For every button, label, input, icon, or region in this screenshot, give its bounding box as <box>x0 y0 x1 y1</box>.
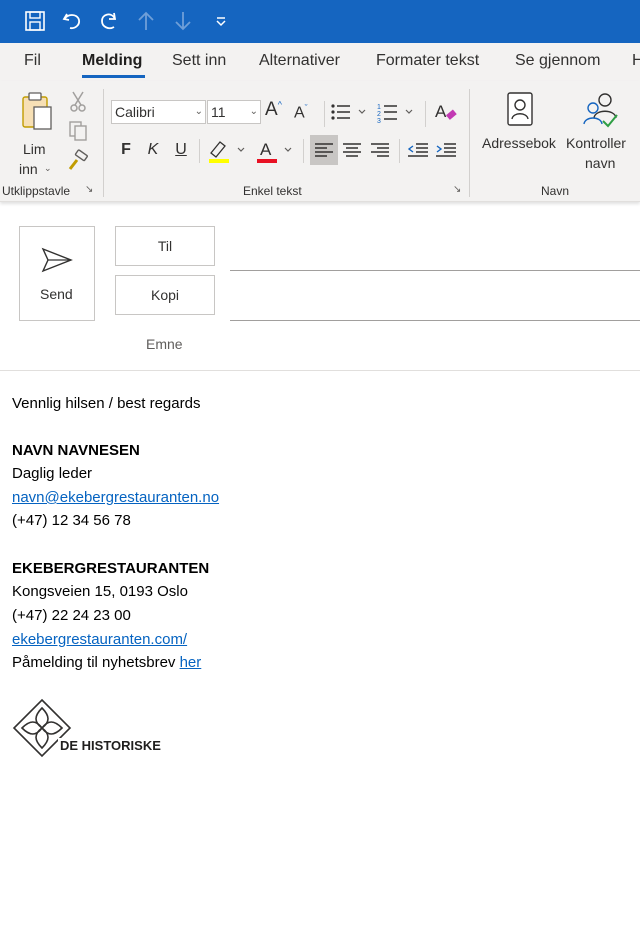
font-name-combo[interactable]: Calibri ⌄ <box>111 100 206 124</box>
newsletter-text: Påmelding til nyhetsbrev <box>12 654 180 671</box>
highlight-button[interactable] <box>206 137 250 165</box>
address-book-button[interactable]: Adressebok <box>478 89 564 175</box>
check-names-label-line1: Kontroller <box>566 135 626 151</box>
separator <box>399 139 400 163</box>
subject-field[interactable] <box>230 326 640 362</box>
cc-button[interactable]: Kopi <box>115 275 215 315</box>
tab-fil[interactable]: Fil <box>24 52 41 70</box>
font-size-combo[interactable]: 11 ⌄ <box>207 100 261 124</box>
paste-label-line2: inn <box>19 161 38 177</box>
copy-icon[interactable] <box>66 119 90 143</box>
font-name-value: Calibri <box>115 104 155 120</box>
newsletter-link[interactable]: her <box>180 654 202 671</box>
check-names-icon <box>583 93 618 128</box>
clipboard-group-label: Utklippstavle <box>2 184 71 198</box>
signature-email-link[interactable]: navn@ekebergrestauranten.no <box>12 489 219 506</box>
svg-text:1: 1 <box>377 104 381 111</box>
company-logo: DE HISTORISKE <box>12 698 182 760</box>
save-icon[interactable] <box>20 6 50 36</box>
underline-button[interactable]: U <box>168 135 194 165</box>
address-book-label: Adressebok <box>482 135 556 151</box>
font-size-value: 11 <box>211 104 226 120</box>
separator <box>425 101 426 127</box>
signature-phone: (+47) 12 34 56 78 <box>12 512 131 529</box>
ribbon: Lim inn ⌄ Utklippstavle ↘ Calibri ⌄ 11 ⌄… <box>0 81 640 202</box>
align-left-button[interactable] <box>310 135 338 165</box>
paste-icon <box>22 92 52 130</box>
paste-label-line1: Lim <box>23 141 46 157</box>
dialog-launcher-icon[interactable]: ↘ <box>85 184 93 195</box>
down-arrow-icon <box>168 6 198 36</box>
numbering-button[interactable]: 123 <box>377 99 415 125</box>
cc-field[interactable] <box>230 280 640 320</box>
group-separator <box>103 89 104 197</box>
tab-sett-inn[interactable]: Sett inn <box>172 52 226 70</box>
signature-company-phone: (+47) 22 24 23 00 <box>12 607 131 624</box>
grow-font-icon[interactable]: A^ <box>265 99 282 121</box>
signature-newsletter: Påmelding til nyhetsbrev her <box>12 654 201 671</box>
clear-formatting-icon[interactable]: A <box>433 99 459 125</box>
font-color-button[interactable]: A <box>255 137 299 165</box>
signature-company: EKEBERGRESTAURANTEN <box>12 560 210 577</box>
send-icon <box>41 247 73 273</box>
to-button[interactable]: Til <box>115 226 215 266</box>
shrink-font-icon[interactable]: Aˇ <box>294 103 308 122</box>
align-right-button[interactable] <box>366 135 394 165</box>
align-center-button[interactable] <box>338 135 366 165</box>
customize-toolbar-icon[interactable] <box>206 6 236 36</box>
paste-button[interactable]: Lim inn ⌄ <box>14 89 60 179</box>
bullets-button[interactable] <box>330 99 368 125</box>
format-painter-icon[interactable] <box>66 149 90 173</box>
chevron-down-icon: ⌄ <box>194 106 203 117</box>
send-button[interactable]: Send <box>19 226 95 321</box>
decrease-indent-button[interactable] <box>404 135 432 165</box>
up-arrow-icon <box>131 6 161 36</box>
tab-alternativer[interactable]: Alternativer <box>259 52 340 70</box>
send-label: Send <box>40 286 73 302</box>
separator <box>324 101 325 127</box>
chevron-down-icon: ⌄ <box>44 163 52 173</box>
svg-text:A: A <box>435 102 447 121</box>
check-names-button[interactable]: Kontroller navn <box>565 89 637 181</box>
logo-text: DE HISTORISKE <box>58 738 161 753</box>
redo-icon[interactable] <box>94 6 124 36</box>
dialog-launcher-icon[interactable]: ↘ <box>453 184 461 195</box>
tab-more[interactable]: H <box>632 52 640 70</box>
active-tab-indicator <box>82 75 145 78</box>
svg-text:2: 2 <box>377 111 381 118</box>
to-field-underline <box>230 270 640 271</box>
increase-indent-button[interactable] <box>432 135 460 165</box>
chevron-down-icon: ⌄ <box>249 106 258 117</box>
quick-access-toolbar <box>0 0 640 43</box>
cut-icon[interactable] <box>66 89 90 113</box>
svg-text:3: 3 <box>377 118 381 125</box>
signature-address: Kongsveien 15, 0193 Oslo <box>12 583 188 600</box>
cc-field-underline <box>230 320 640 321</box>
signature-greeting: Vennlig hilsen / best regards <box>12 395 201 412</box>
bold-button[interactable]: F <box>113 135 139 165</box>
separator <box>303 139 304 163</box>
signature-name: NAVN NAVNESEN <box>12 442 140 459</box>
check-names-label-line2: navn <box>585 155 616 171</box>
tab-melding[interactable]: Melding <box>82 52 142 70</box>
undo-icon[interactable] <box>57 6 87 36</box>
names-group-label: Navn <box>541 184 570 198</box>
signature-title: Daglig leder <box>12 465 93 482</box>
tab-se-gjennom[interactable]: Se gjennom <box>515 52 600 70</box>
svg-text:A: A <box>260 140 272 159</box>
separator <box>199 139 200 163</box>
to-field[interactable] <box>230 230 640 270</box>
address-book-icon <box>507 92 533 126</box>
basic-text-group-label: Enkel tekst <box>243 184 302 198</box>
italic-button[interactable]: K <box>140 135 166 165</box>
tab-formater-tekst[interactable]: Formater tekst <box>376 52 479 70</box>
subject-label: Emne <box>146 336 183 352</box>
group-separator <box>469 89 470 197</box>
signature-website-link[interactable]: ekebergrestauranten.com/ <box>12 631 187 648</box>
